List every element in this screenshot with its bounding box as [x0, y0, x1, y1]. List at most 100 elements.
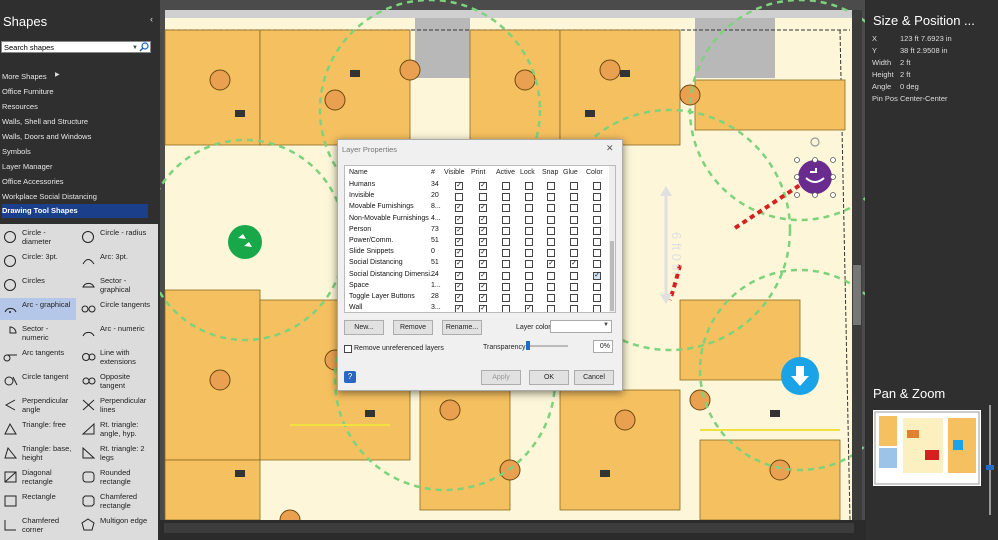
- print-checkbox[interactable]: ✓: [479, 282, 487, 291]
- lock-checkbox[interactable]: ✓: [525, 305, 533, 312]
- glue-checkbox[interactable]: [570, 215, 578, 224]
- search-dropdown-icon[interactable]: ▼: [132, 42, 138, 54]
- desk-cluster[interactable]: [164, 29, 261, 146]
- shape-circle-radius[interactable]: Circle - radius: [78, 226, 154, 248]
- column-header-count[interactable]: #: [431, 169, 435, 176]
- property-value[interactable]: 38 ft 2.9508 in: [900, 46, 948, 55]
- stencil-symbols[interactable]: Symbols: [2, 145, 148, 159]
- desk-cluster[interactable]: [679, 299, 801, 381]
- color-checkbox[interactable]: [593, 204, 601, 213]
- visible-checkbox[interactable]: ✓: [455, 260, 463, 269]
- shape-sector-numeric[interactable]: Sector - numeric: [0, 322, 76, 344]
- visible-checkbox[interactable]: ✓: [455, 249, 463, 258]
- size-position-row-y[interactable]: Y 38 ft 2.9508 in: [868, 46, 996, 58]
- chair-icon[interactable]: [399, 59, 421, 81]
- remove-layer-button[interactable]: Remove: [393, 320, 433, 335]
- active-checkbox[interactable]: [502, 215, 510, 224]
- snap-checkbox[interactable]: [547, 215, 555, 224]
- chair-icon[interactable]: [324, 89, 346, 111]
- transparency-value[interactable]: 0%: [593, 340, 613, 353]
- glue-checkbox[interactable]: [570, 226, 578, 235]
- new-layer-button[interactable]: New...: [344, 320, 384, 335]
- desk-cluster[interactable]: [419, 389, 511, 511]
- active-checkbox[interactable]: [502, 282, 510, 291]
- horizontal-scrollbar[interactable]: [164, 523, 854, 533]
- desk-cluster[interactable]: [694, 79, 846, 131]
- search-icon[interactable]: [139, 42, 149, 52]
- active-checkbox[interactable]: [502, 193, 510, 202]
- glue-checkbox[interactable]: [570, 294, 578, 302]
- active-checkbox[interactable]: [502, 260, 510, 269]
- search-shapes-input[interactable]: Search shapes ▼: [1, 41, 151, 53]
- close-icon[interactable]: ✕: [606, 143, 614, 154]
- size-position-row-pin-pos[interactable]: Pin Pos Center-Center: [868, 94, 996, 106]
- shape-circle-tangent[interactable]: Circle tangent: [0, 370, 76, 392]
- visible-checkbox[interactable]: ✓: [455, 215, 463, 224]
- print-checkbox[interactable]: ✓: [479, 182, 487, 190]
- chair-icon[interactable]: [599, 59, 621, 81]
- desk-cluster[interactable]: [699, 439, 841, 520]
- visible-checkbox[interactable]: ✓: [455, 238, 463, 246]
- color-checkbox[interactable]: ✓: [593, 271, 601, 280]
- lock-checkbox[interactable]: [525, 260, 533, 269]
- print-checkbox[interactable]: ✓: [479, 215, 487, 224]
- color-checkbox[interactable]: [593, 215, 601, 224]
- property-value[interactable]: Center-Center: [900, 94, 948, 103]
- shape-rounded-rectangle[interactable]: Rounded rectangle: [78, 466, 154, 488]
- snap-checkbox[interactable]: [547, 282, 555, 291]
- selected-shape-icon[interactable]: [798, 160, 832, 194]
- shape-rectangle[interactable]: Rectangle: [0, 490, 76, 512]
- shape-sector-graphical[interactable]: Sector - graphical: [78, 274, 154, 296]
- shape-line-extensions[interactable]: Line with extensions: [78, 346, 154, 368]
- active-checkbox[interactable]: [502, 294, 510, 302]
- visible-checkbox[interactable]: ✓: [455, 204, 463, 213]
- stencil-resources[interactable]: Resources: [2, 100, 148, 114]
- shape-circles[interactable]: Circles: [0, 274, 76, 296]
- column-header-snap[interactable]: Snap: [542, 169, 558, 176]
- snap-checkbox[interactable]: [547, 204, 555, 213]
- visible-checkbox[interactable]: ✓: [455, 226, 463, 235]
- transparency-slider-knob[interactable]: [526, 341, 530, 350]
- shape-circle-3pt[interactable]: Circle: 3pt.: [0, 250, 76, 272]
- lock-checkbox[interactable]: [525, 271, 533, 280]
- color-checkbox[interactable]: [593, 305, 601, 312]
- active-checkbox[interactable]: [502, 182, 510, 190]
- snap-checkbox[interactable]: [547, 294, 555, 302]
- color-checkbox[interactable]: [593, 249, 601, 258]
- lock-checkbox[interactable]: [525, 294, 533, 302]
- color-checkbox[interactable]: [593, 282, 601, 291]
- size-position-row-angle[interactable]: Angle 0 deg: [868, 82, 996, 94]
- snap-checkbox[interactable]: [547, 238, 555, 246]
- lock-checkbox[interactable]: [525, 204, 533, 213]
- glue-checkbox[interactable]: [570, 305, 578, 312]
- size-position-row-height[interactable]: Height 2 ft: [868, 70, 996, 82]
- print-checkbox[interactable]: [479, 193, 487, 202]
- visible-checkbox[interactable]: ✓: [455, 305, 463, 312]
- shape-diagonal-rectangle[interactable]: Diagonal rectangle: [0, 466, 76, 488]
- print-checkbox[interactable]: ✓: [479, 271, 487, 280]
- table-scroll-thumb[interactable]: [610, 241, 614, 311]
- property-value[interactable]: 123 ft 7.6923 in: [900, 34, 952, 43]
- column-header-visible[interactable]: Visible: [444, 169, 465, 176]
- color-checkbox[interactable]: [593, 260, 601, 269]
- shape-multigon-edge[interactable]: Multigon edge: [78, 514, 154, 536]
- stencil-walls-shell-and-structure[interactable]: Walls, Shell and Structure: [2, 115, 148, 129]
- lock-checkbox[interactable]: [525, 238, 533, 246]
- print-checkbox[interactable]: ✓: [479, 238, 487, 246]
- shape-chamfered-rectangle[interactable]: Chamfered rectangle: [78, 490, 154, 512]
- chair-icon[interactable]: [514, 69, 536, 91]
- size-position-row-x[interactable]: X 123 ft 7.6923 in: [868, 34, 996, 46]
- print-checkbox[interactable]: ✓: [479, 305, 487, 312]
- active-checkbox[interactable]: [502, 204, 510, 213]
- cancel-button[interactable]: Cancel: [574, 370, 614, 385]
- lock-checkbox[interactable]: [525, 282, 533, 291]
- shape-opposite-tangent[interactable]: Opposite tangent: [78, 370, 154, 392]
- stencil-drawing-tool-shapes[interactable]: Drawing Tool Shapes: [2, 204, 148, 218]
- snap-checkbox[interactable]: [547, 271, 555, 280]
- stencil-more-shapes[interactable]: More Shapes: [2, 70, 148, 84]
- color-checkbox[interactable]: [593, 226, 601, 235]
- desk-cluster[interactable]: [469, 29, 561, 146]
- vertical-scroll-thumb[interactable]: [853, 265, 861, 325]
- lock-checkbox[interactable]: [525, 249, 533, 258]
- ok-button[interactable]: OK: [529, 370, 569, 385]
